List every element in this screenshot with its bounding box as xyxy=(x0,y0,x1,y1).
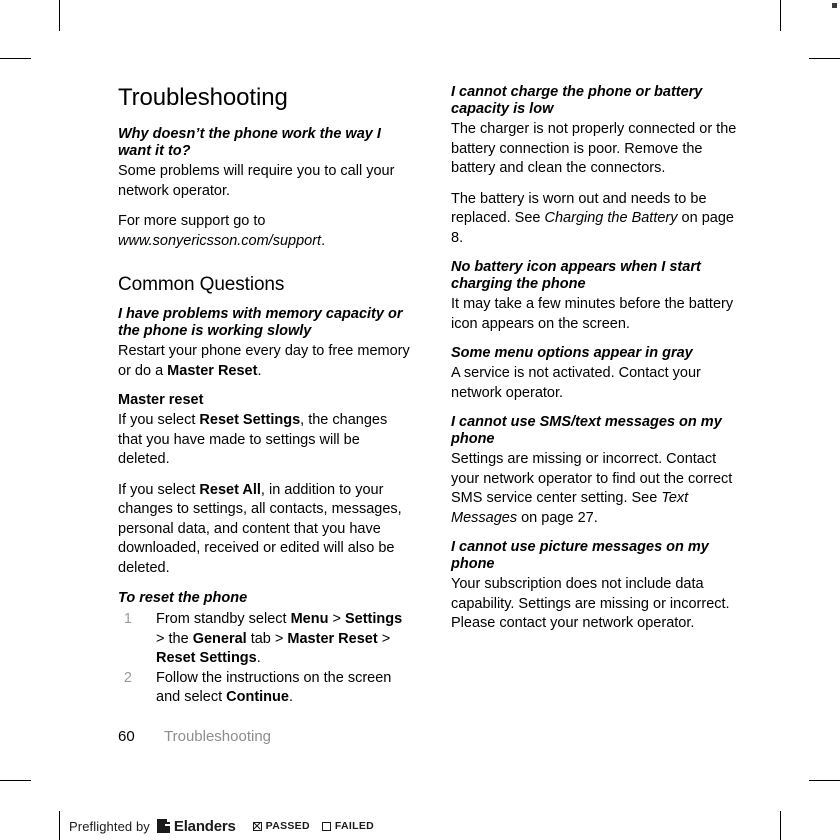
preflight-brand: Elanders xyxy=(173,817,236,835)
mr-p2-bold: Reset All xyxy=(199,481,261,498)
page-number: 60 xyxy=(118,728,135,745)
preflight-passed-item: PASSED xyxy=(252,820,310,832)
subheading-master-reset: Master reset xyxy=(118,392,204,408)
mr-p1-bold: Reset Settings xyxy=(199,412,301,428)
procedure-step-list: 1 From standby select Menu > Settings > t… xyxy=(124,610,414,708)
page-footer: 60 Troubleshooting xyxy=(118,728,718,745)
procedure-step-ui-term: Settings xyxy=(344,611,403,627)
answer-memory-capacity: Restart your phone every day to free mem… xyxy=(118,342,414,381)
answer-memory-pre: Restart your phone every day to free mem… xyxy=(118,343,410,379)
preflight-passed-label: PASSED xyxy=(265,820,310,832)
mr-p2-pre: If you select xyxy=(118,481,200,498)
procedure-step-text: tab > xyxy=(246,630,288,647)
mr-p1-pre: If you select xyxy=(118,412,200,428)
master-reset-paragraph-2: If you select Reset All, in addition to … xyxy=(118,481,414,579)
page-title: Troubleshooting xyxy=(118,84,288,111)
procedure-step-ui-term: Master Reset xyxy=(287,630,378,647)
procedure-step-text: > xyxy=(377,630,391,647)
sms-post: on page 27. xyxy=(517,509,598,526)
support-url: www.sonyericsson.com/support xyxy=(118,232,322,249)
procedure-step-text: From standby select xyxy=(156,611,291,627)
checkbox-empty-icon xyxy=(321,821,331,831)
procedure-step-ui-term: General xyxy=(192,630,247,647)
left-column: Troubleshooting Why doesn’t the phone wo… xyxy=(118,84,414,708)
question-heading-cannot-charge: I cannot charge the phone or battery cap… xyxy=(451,84,703,117)
answer-memory-bold: Master Reset xyxy=(167,362,258,379)
right-column: I cannot charge the phone or battery cap… xyxy=(451,84,747,645)
answer-no-battery-icon: It may take a few minutes before the bat… xyxy=(451,296,734,332)
preflight-prefix: Preflighted by xyxy=(69,818,150,834)
procedure-step-number: 1 xyxy=(123,611,132,627)
support-text: For more support go to xyxy=(118,213,266,229)
question-heading-cannot-use-sms: I cannot use SMS/text messages on my pho… xyxy=(451,414,722,447)
master-reset-paragraph-1: If you select Reset Settings, the change… xyxy=(118,411,414,470)
section-heading-common-questions: Common Questions xyxy=(118,274,285,295)
answer-cannot-charge-2: The battery is worn out and needs to be … xyxy=(451,190,747,249)
crop-mark-bottom-right-horizontal xyxy=(809,780,840,781)
procedure-step: 2 Follow the instructions on the screen a… xyxy=(124,669,414,708)
procedure-step-text: > the xyxy=(156,630,193,647)
sms-pre: Settings are missing or incorrect. Conta… xyxy=(451,451,733,506)
preflight-failed-label: FAILED xyxy=(334,820,375,832)
procedure-step: 1 From standby select Menu > Settings > t… xyxy=(124,610,414,669)
procedure-step-text: . xyxy=(288,689,293,705)
elanders-logo-icon xyxy=(156,819,170,833)
question-heading-memory-capacity: I have problems with memory capacity or … xyxy=(118,306,403,339)
procedure-step-ui-term: Menu xyxy=(290,611,329,627)
running-header-text: Troubleshooting xyxy=(164,728,272,745)
charge-2-crossref: Charging the Battery xyxy=(544,210,678,226)
question-heading-why-doesnt-phone-work: Why doesn’t the phone work the way I wan… xyxy=(118,126,381,159)
answer-cannot-use-sms: Settings are missing or incorrect. Conta… xyxy=(451,450,747,528)
question-heading-cannot-use-picture-messages: I cannot use picture messages on my phon… xyxy=(451,539,709,572)
procedure-step-ui-term: Continue xyxy=(226,689,289,705)
answer-why-doesnt-phone-work: Some problems will require you to call y… xyxy=(118,163,395,199)
page-content: Troubleshooting Why doesn’t the phone wo… xyxy=(0,0,840,780)
question-heading-no-battery-icon: No battery icon appears when I start cha… xyxy=(451,259,701,292)
crop-mark-bottom-left-horizontal xyxy=(0,780,31,781)
procedure-heading-to-reset-the-phone: To reset the phone xyxy=(118,590,248,606)
answer-cannot-use-picture-messages: Your subscription does not include data … xyxy=(451,576,730,631)
procedure-step-text: . xyxy=(256,650,261,666)
document-page: Troubleshooting Why doesn’t the phone wo… xyxy=(0,0,840,840)
checkbox-checked-icon xyxy=(252,821,262,831)
answer-menu-options-gray: A service is not activated. Contact your… xyxy=(451,365,701,401)
answer-cannot-charge-1: The charger is not properly connected or… xyxy=(451,121,737,176)
preflight-failed-item: FAILED xyxy=(321,820,375,832)
preflight-status-group: PASSED FAILED xyxy=(252,820,386,832)
preflight-stamp: Preflighted by Elanders PASSED FAILED xyxy=(59,812,386,840)
crop-mark-bottom-right-vertical xyxy=(780,811,781,840)
answer-memory-post: . xyxy=(257,362,262,379)
support-paragraph: For more support go to www.sonyericsson.… xyxy=(118,212,414,251)
procedure-step-number: 2 xyxy=(123,669,132,686)
procedure-step-text: > xyxy=(328,611,345,627)
question-heading-menu-options-gray: Some menu options appear in gray xyxy=(451,345,693,361)
procedure-step-ui-term: Reset Settings xyxy=(156,650,257,666)
support-period: . xyxy=(321,232,326,249)
